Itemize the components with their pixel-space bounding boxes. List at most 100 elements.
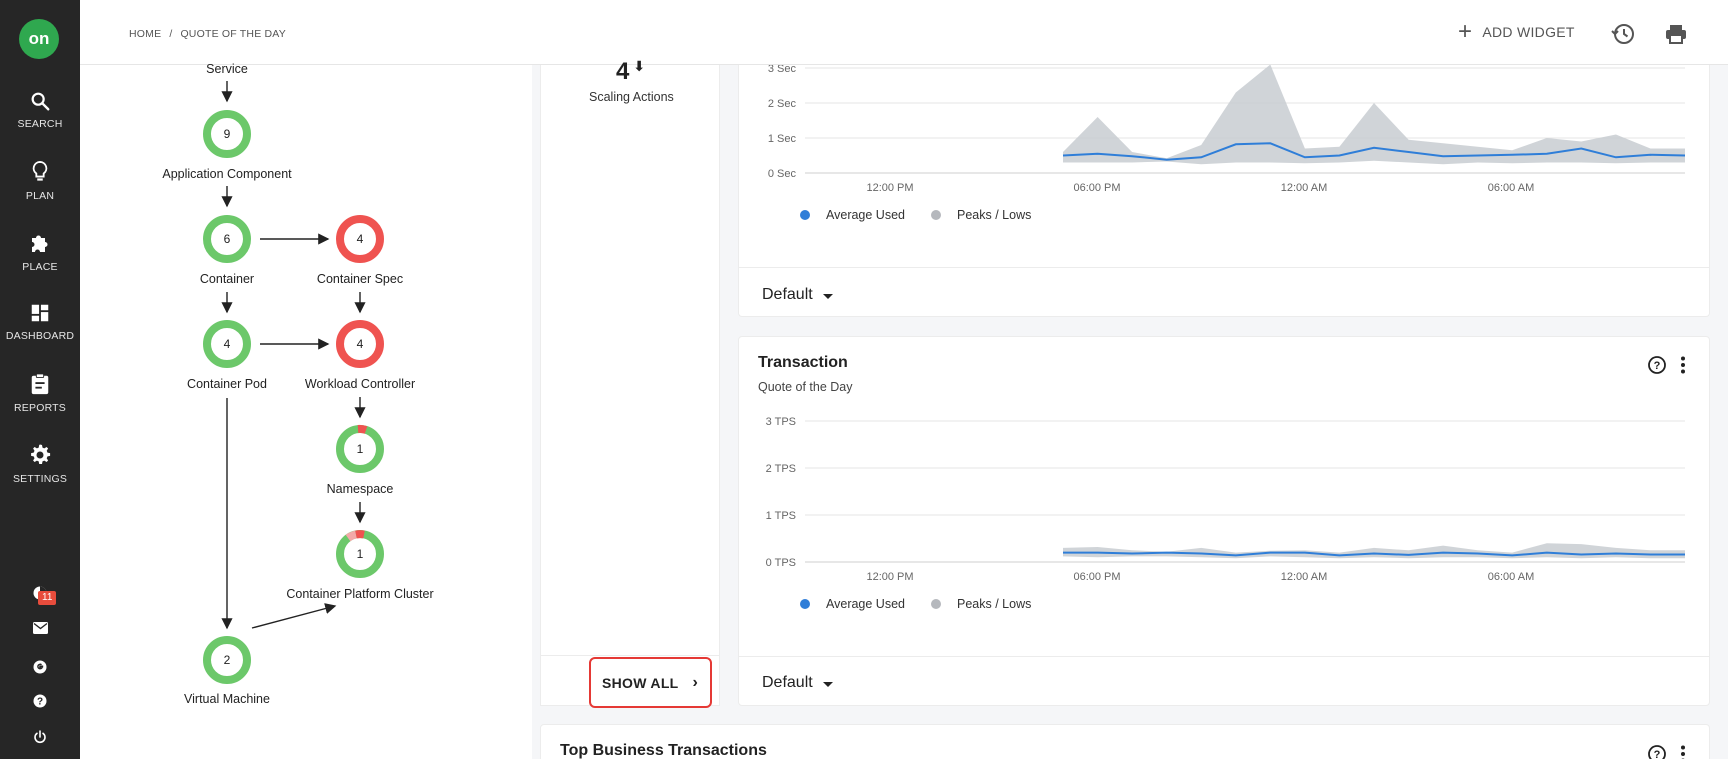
legend-dot — [931, 210, 941, 220]
add-widget-label: ADD WIDGET — [1482, 24, 1575, 40]
x-tick-label: 06:00 PM — [1073, 182, 1120, 194]
sidebar-item-label: PLACE — [22, 261, 58, 273]
sidebar-item-plan[interactable]: PLAN — [0, 160, 80, 220]
x-tick-label: 06:00 AM — [1488, 571, 1534, 583]
help-icon[interactable]: ? — [1647, 355, 1667, 375]
node-label-container-platform-cluster: Container Platform Cluster — [286, 587, 434, 601]
node-count: 2 — [224, 653, 231, 667]
legend-label: Average Used — [826, 208, 905, 222]
legend-item[interactable]: Average Used — [800, 597, 905, 611]
node-container-spec[interactable]: 4 — [336, 215, 384, 263]
x-tick-label: 12:00 AM — [1281, 571, 1327, 583]
chevron-right-icon: › — [692, 673, 699, 691]
gear-icon — [31, 444, 51, 464]
help-icon[interactable]: ? — [1647, 744, 1667, 759]
sidebar-item-place[interactable]: PLACE — [0, 231, 80, 291]
y-tick-label: 1 TPS — [766, 510, 796, 522]
node-application-component[interactable]: 9 — [203, 110, 251, 158]
response-time-dropdown[interactable]: Default — [762, 286, 833, 304]
legend-dot — [800, 599, 810, 609]
more-vert-icon[interactable] — [1673, 744, 1693, 759]
logo[interactable]: on — [19, 19, 59, 59]
transaction-subtitle: Quote of the Day — [758, 380, 853, 394]
power-icon[interactable] — [29, 726, 51, 748]
edge-vm-cluster — [251, 603, 337, 629]
response-time-legend: Average Used Peaks / Lows — [800, 208, 1057, 222]
legend-item[interactable]: Peaks / Lows — [931, 597, 1031, 611]
divider — [739, 267, 1709, 268]
help-icon[interactable]: ? — [29, 690, 51, 712]
node-label-service: Service — [206, 62, 248, 76]
breadcrumb: HOME / QUOTE OF THE DAY — [129, 28, 286, 40]
y-tick-label: 2 TPS — [766, 463, 796, 475]
more-vert-icon[interactable] — [1673, 355, 1693, 375]
node-count: 9 — [224, 127, 231, 141]
node-count: 1 — [357, 442, 364, 456]
y-tick-label: 3 Sec — [768, 65, 797, 75]
transaction-dropdown[interactable]: Default — [762, 674, 833, 692]
svg-text:?: ? — [37, 697, 43, 708]
node-label-application-component: Application Component — [162, 167, 292, 181]
legend-dot — [931, 599, 941, 609]
add-widget-button[interactable]: + ADD WIDGET — [1458, 18, 1575, 45]
svg-text:?: ? — [1654, 749, 1661, 759]
caret-down-icon — [822, 681, 833, 687]
count-value: 4 — [616, 58, 630, 85]
node-container-pod[interactable]: 4 — [203, 320, 251, 368]
svg-text:?: ? — [1654, 360, 1661, 372]
show-all-button[interactable]: SHOW ALL › — [589, 657, 712, 708]
sidebar-item-settings[interactable]: SETTINGS — [0, 443, 80, 503]
node-virtual-machine[interactable]: 2 — [203, 636, 251, 684]
topology-graph: 9 6 4 4 4 1 1 2 — [203, 81, 384, 684]
node-container[interactable]: 6 — [203, 215, 251, 263]
history-icon[interactable] — [1611, 22, 1635, 46]
legend-item[interactable]: Average Used — [800, 208, 905, 222]
google-icon[interactable] — [29, 656, 51, 678]
transaction-legend: Average Used Peaks / Lows — [800, 597, 1057, 611]
node-label-container-spec: Container Spec — [316, 272, 404, 286]
sidebar: on SEARCH PLAN PLACE DASHBOARD REPORTS S… — [0, 0, 80, 759]
y-tick-label: 1 Sec — [768, 133, 797, 145]
legend-label: Peaks / Lows — [957, 208, 1032, 222]
node-namespace[interactable]: 1 — [336, 424, 384, 473]
transaction-chart: 0 TPS 1 TPS 2 TPS 3 TPS 12:00 PM 06:00 PM 12:0… — [766, 416, 1685, 583]
node-workload-controller[interactable]: 4 — [336, 320, 384, 368]
node-count: 4 — [224, 337, 231, 351]
sidebar-item-label: SETTINGS — [12, 473, 68, 485]
node-label-virtual-machine: Virtual Machine — [184, 692, 270, 706]
legend-label: Peaks / Lows — [957, 597, 1032, 611]
mail-icon[interactable] — [29, 617, 51, 639]
sidebar-item-dashboard[interactable]: DASHBOARD — [0, 302, 80, 362]
legend-item[interactable]: Peaks / Lows — [931, 208, 1031, 222]
dropdown-value: Default — [762, 286, 813, 303]
node-label-namespace: Namespace — [326, 482, 394, 496]
breadcrumb-current[interactable]: QUOTE OF THE DAY — [180, 28, 286, 40]
transaction-title: Transaction — [758, 354, 848, 371]
sidebar-item-search[interactable]: SEARCH — [0, 90, 80, 150]
down-arrow-icon: ⬇ — [633, 58, 646, 74]
x-tick-label: 06:00 AM — [1488, 182, 1534, 194]
x-tick-label: 12:00 PM — [866, 182, 913, 194]
scaling-actions-count: 4 ⬇ — [616, 58, 645, 86]
node-count: 1 — [357, 547, 364, 561]
breadcrumb-separator: / — [169, 28, 173, 40]
node-label-workload-controller: Workload Controller — [304, 377, 416, 391]
puzzle-icon — [32, 235, 48, 252]
search-icon — [31, 92, 50, 111]
sidebar-item-reports[interactable]: REPORTS — [0, 372, 80, 432]
peaks-lows-band — [1063, 65, 1685, 165]
show-all-label: SHOW ALL — [602, 674, 679, 691]
top-header: HOME / QUOTE OF THE DAY + ADD WIDGET — [80, 0, 1728, 65]
caret-down-icon — [822, 293, 833, 299]
dropdown-value: Default — [762, 674, 813, 691]
node-container-platform-cluster[interactable]: 1 — [336, 530, 384, 578]
node-count: 6 — [224, 232, 231, 246]
breadcrumb-home[interactable]: HOME — [129, 28, 161, 40]
peaks-lows-band — [1063, 543, 1685, 559]
sidebar-item-label: PLAN — [25, 190, 55, 202]
print-icon[interactable] — [1664, 22, 1688, 46]
node-label-container-pod: Container Pod — [187, 377, 267, 391]
top-business-title: Top Business Transactions — [560, 742, 767, 759]
plus-icon: + — [1458, 18, 1473, 45]
legend-label: Average Used — [826, 597, 905, 611]
